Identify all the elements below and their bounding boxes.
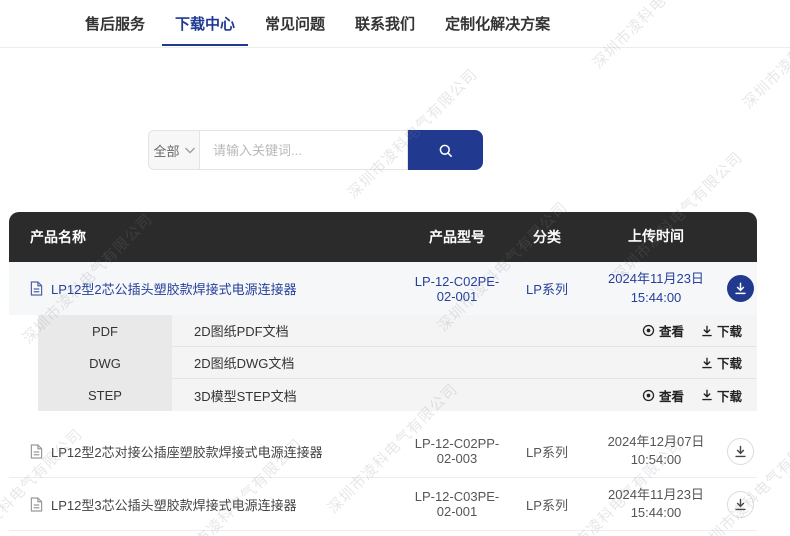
attachment-format: DWG [38,347,172,379]
attachment-description: 2D图纸DWG文档 [194,353,294,372]
upload-time: 15:44:00 [589,504,723,522]
header-category: 分类 [505,227,589,247]
view-link[interactable]: 查看 [642,321,684,340]
attachment-format: STEP [38,379,172,411]
attachment-row-dwg: DWG 2D图纸DWG文档 下载 [38,347,757,379]
attachment-panel: PDF 2D图纸PDF文档 查看 [38,315,757,411]
nav-item-after-sales[interactable]: 售后服务 [70,0,160,47]
category-select[interactable]: 全部 [148,130,200,170]
nav-item-faq[interactable]: 常见问题 [250,0,340,47]
downloads-table: 产品名称 产品型号 分类 上传时间 LP12型2芯公插头塑胶款焊接式电源连接器 … [9,212,757,531]
attachment-row-step: STEP 3D模型STEP文档 查看 [38,379,757,411]
attachment-description: 3D模型STEP文档 [194,386,297,405]
download-icon [701,357,713,369]
download-link[interactable]: 下载 [701,321,742,340]
attachment-row-pdf: PDF 2D图纸PDF文档 查看 [38,315,757,347]
upload-date: 2024年11月23日 [589,270,723,288]
nav-item-contact-us[interactable]: 联系我们 [340,0,430,47]
product-name: LP12型3芯公插头塑胶款焊接式电源连接器 [51,495,297,514]
table-row[interactable]: LP12型3芯公插头塑胶款焊接式电源连接器 LP-12-C03PE-02-001… [9,478,757,531]
header-product-model: 产品型号 [409,227,505,247]
download-button[interactable] [727,275,754,302]
download-button[interactable] [727,491,754,518]
nav-item-download-center[interactable]: 下载中心 [160,0,250,47]
attachment-description: 2D图纸PDF文档 [194,321,289,340]
table-row[interactable]: LP12型2芯对接公插座塑胶款焊接式电源连接器 LP-12-C02PP-02-0… [9,425,757,478]
document-icon [30,444,43,459]
category-selected-value: 全部 [153,141,179,160]
search-icon [437,142,454,159]
attachment-format: PDF [38,315,172,347]
search-bar: 全部 [148,130,483,170]
product-category: LP系列 [505,279,589,298]
view-link[interactable]: 查看 [642,386,684,405]
header-product-name: 产品名称 [9,227,409,247]
download-icon [701,325,713,337]
product-model: LP-12-C02PP-02-003 [409,436,505,466]
search-input[interactable] [200,130,408,170]
download-link[interactable]: 下载 [701,386,742,405]
download-center-page: 售后服务 下载中心 常见问题 联系我们 定制化解决方案 全部 产品名称 产品型号… [0,0,790,536]
search-button[interactable] [408,130,483,170]
nav-item-custom-solutions[interactable]: 定制化解决方案 [430,0,565,47]
product-category: LP系列 [505,442,589,461]
product-category: LP系列 [505,495,589,514]
download-link[interactable]: 下载 [701,353,742,372]
download-icon [734,445,747,458]
download-icon [701,389,713,401]
top-nav: 售后服务 下载中心 常见问题 联系我们 定制化解决方案 [0,0,790,48]
product-name: LP12型2芯公插头塑胶款焊接式电源连接器 [51,279,297,298]
document-icon [30,281,43,296]
header-upload-time: 上传时间 [589,227,723,247]
download-icon [734,282,747,295]
upload-time: 15:44:00 [589,289,723,307]
chevron-down-icon [185,147,195,154]
upload-time: 10:54:00 [589,451,723,469]
product-model: LP-12-C03PE-02-001 [409,489,505,519]
table-row[interactable]: LP12型2芯公插头塑胶款焊接式电源连接器 LP-12-C02PE-02-001… [9,262,757,315]
download-icon [734,498,747,511]
product-model: LP-12-C02PE-02-001 [409,274,505,304]
upload-date: 2024年11月23日 [589,486,723,504]
document-icon [30,497,43,512]
product-name: LP12型2芯对接公插座塑胶款焊接式电源连接器 [51,442,323,461]
upload-date: 2024年12月07日 [589,433,723,451]
table-header: 产品名称 产品型号 分类 上传时间 [9,212,757,262]
eye-icon [642,389,655,402]
eye-icon [642,324,655,337]
download-button[interactable] [727,438,754,465]
